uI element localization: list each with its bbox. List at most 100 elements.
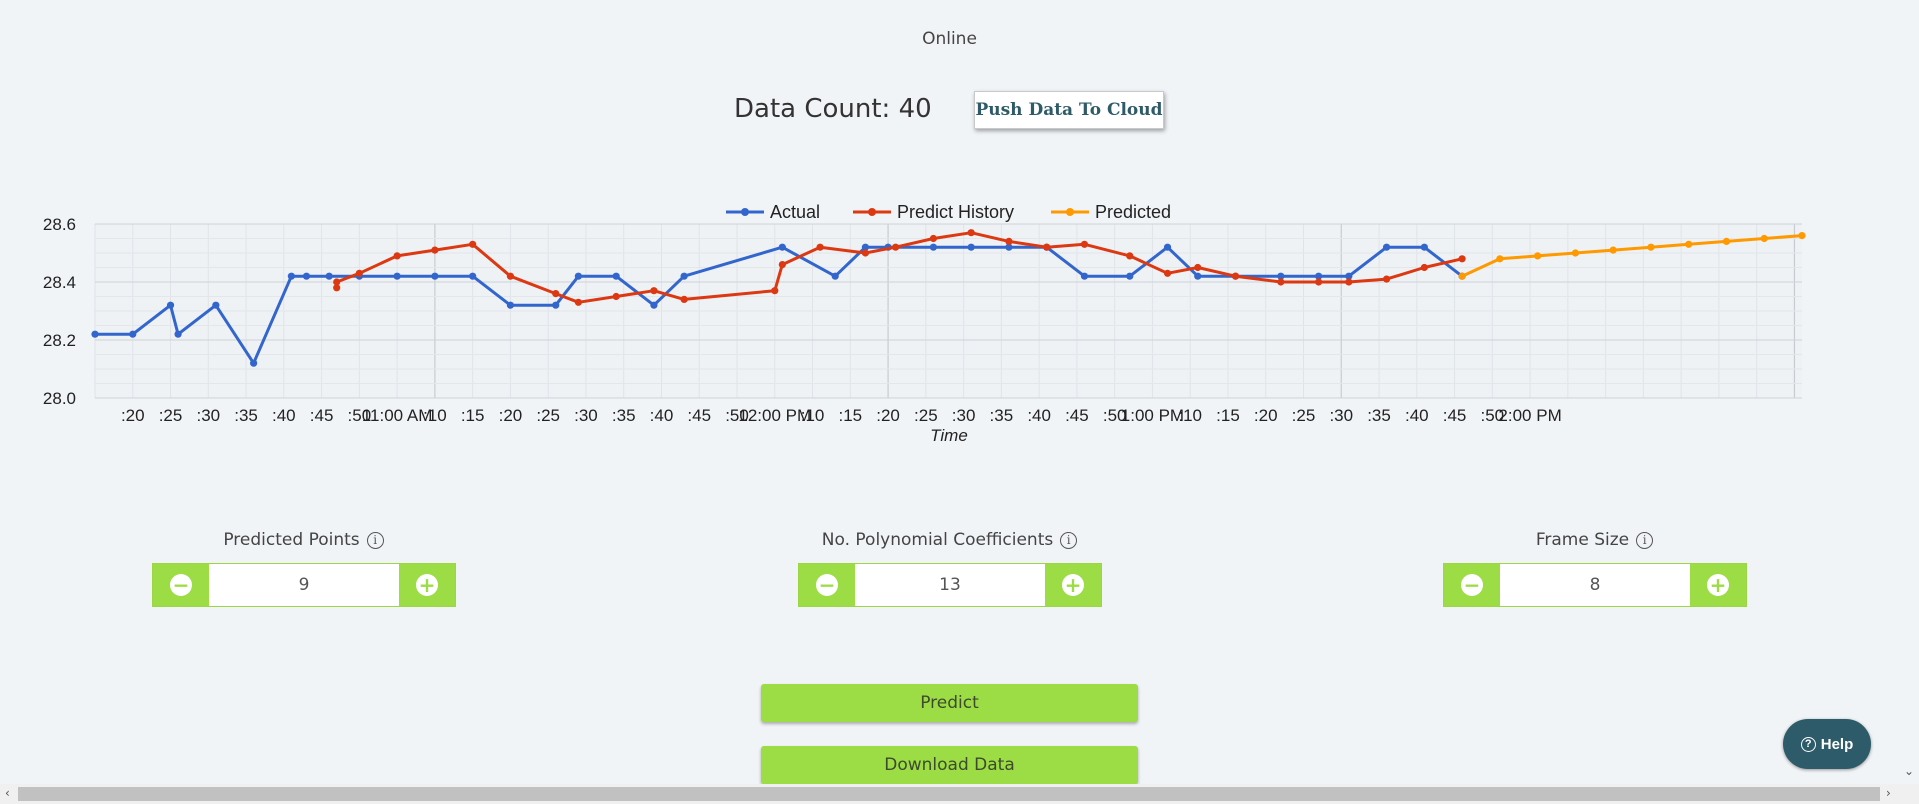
data-point bbox=[1798, 232, 1806, 240]
x-tick-label: :40 bbox=[650, 406, 674, 425]
data-point bbox=[967, 229, 975, 237]
data-point bbox=[1163, 269, 1172, 277]
data-point bbox=[612, 272, 620, 280]
vertical-scrollbar[interactable]: ⌄ bbox=[1899, 0, 1919, 784]
scroll-right-arrow-icon[interactable]: › bbox=[1886, 786, 1891, 800]
x-axis-label: Time bbox=[930, 426, 968, 445]
x-tick-label: :20 bbox=[876, 406, 900, 425]
x-tick-label: :15 bbox=[838, 406, 862, 425]
decrement-button[interactable]: − bbox=[1444, 564, 1500, 606]
legend-label: Predicted bbox=[1095, 202, 1171, 222]
data-point bbox=[91, 330, 99, 338]
legend-marker bbox=[1066, 208, 1074, 216]
x-tick-label: :15 bbox=[461, 406, 485, 425]
predicted-points-label: Predicted Points bbox=[223, 530, 360, 550]
increment-button[interactable]: + bbox=[1690, 564, 1746, 606]
data-count: Data Count: 40 bbox=[734, 94, 932, 124]
data-point bbox=[333, 278, 341, 286]
push-data-to-cloud-button[interactable]: Push Data To Cloud bbox=[974, 91, 1164, 129]
x-tick-label: :25 bbox=[1292, 406, 1316, 425]
data-point bbox=[612, 292, 620, 301]
decrement-button[interactable]: − bbox=[153, 564, 209, 606]
horizontal-scroll-thumb[interactable] bbox=[18, 787, 1880, 801]
help-button[interactable]: ? Help bbox=[1783, 719, 1871, 769]
data-point bbox=[1005, 237, 1013, 245]
data-point bbox=[552, 290, 560, 298]
data-point bbox=[355, 269, 363, 277]
data-point bbox=[574, 298, 582, 306]
predicted-points-control: Predicted Points i − 9 + bbox=[152, 530, 456, 607]
data-point bbox=[129, 330, 137, 338]
data-point bbox=[1760, 234, 1768, 243]
frame-size-input[interactable]: 8 bbox=[1500, 564, 1690, 606]
legend-item[interactable]: Predicted bbox=[1051, 202, 1171, 222]
data-point bbox=[816, 243, 824, 251]
data-point bbox=[287, 272, 295, 280]
x-tick-label: :30 bbox=[574, 406, 598, 425]
data-point bbox=[212, 301, 220, 309]
data-point bbox=[1496, 255, 1504, 263]
x-tick-label: :45 bbox=[1065, 406, 1089, 425]
data-point bbox=[1420, 263, 1428, 272]
data-point bbox=[506, 272, 515, 280]
data-point bbox=[680, 295, 688, 303]
increment-button[interactable]: + bbox=[399, 564, 455, 606]
frame-size-label: Frame Size bbox=[1535, 530, 1630, 550]
data-point bbox=[431, 272, 439, 280]
minus-circle-icon: − bbox=[170, 574, 192, 596]
data-point bbox=[1194, 263, 1202, 272]
data-point bbox=[1458, 272, 1466, 280]
horizontal-scrollbar[interactable]: ‹ › bbox=[0, 784, 1919, 804]
data-point bbox=[778, 243, 786, 251]
data-point bbox=[1609, 246, 1617, 254]
x-tick-label: :35 bbox=[990, 406, 1014, 425]
data-point bbox=[393, 272, 401, 280]
scroll-left-arrow-icon[interactable]: ‹ bbox=[5, 786, 10, 800]
data-point bbox=[1043, 243, 1051, 251]
info-icon[interactable]: i bbox=[366, 531, 384, 549]
predicted-points-input[interactable]: 9 bbox=[209, 564, 399, 606]
x-tick-label: :25 bbox=[159, 406, 183, 425]
plus-circle-icon: + bbox=[1062, 574, 1084, 596]
x-axis: :20:25:30:35:40:45:5011:00 AM:10:15:20:2… bbox=[121, 406, 1562, 425]
data-point bbox=[1722, 237, 1731, 245]
data-point bbox=[650, 287, 658, 295]
data-point bbox=[1126, 252, 1134, 260]
info-icon[interactable]: i bbox=[1060, 531, 1078, 549]
minus-circle-icon: − bbox=[1461, 574, 1483, 596]
y-tick-label: 28.0 bbox=[43, 389, 76, 408]
legend-item[interactable]: Actual bbox=[726, 202, 820, 222]
legend-item[interactable]: Predict History bbox=[853, 202, 1014, 222]
scroll-down-arrow-icon[interactable]: ⌄ bbox=[1904, 764, 1914, 778]
y-tick-label: 28.4 bbox=[43, 273, 76, 292]
frame-size-stepper: − 8 + bbox=[1443, 563, 1747, 607]
x-tick-label: :15 bbox=[1216, 406, 1240, 425]
x-tick-label: :30 bbox=[1329, 406, 1353, 425]
x-tick-label: :30 bbox=[952, 406, 976, 425]
predict-button[interactable]: Predict bbox=[761, 684, 1138, 722]
data-point bbox=[1647, 243, 1655, 251]
data-point bbox=[929, 243, 937, 251]
decrement-button[interactable]: − bbox=[799, 564, 855, 606]
data-point bbox=[1126, 272, 1134, 280]
data-point bbox=[650, 301, 658, 309]
x-tick-label: :10 bbox=[423, 406, 447, 425]
polynomial-coefficients-label: No. Polynomial Coefficients bbox=[821, 530, 1054, 550]
data-point bbox=[861, 249, 870, 257]
download-data-button[interactable]: Download Data bbox=[761, 746, 1138, 784]
x-tick-label: :45 bbox=[310, 406, 334, 425]
connection-status: Online bbox=[922, 29, 977, 49]
x-tick-label: :40 bbox=[1027, 406, 1051, 425]
info-icon[interactable]: i bbox=[1636, 531, 1654, 549]
y-tick-label: 28.2 bbox=[43, 331, 76, 350]
polynomial-coefficients-input[interactable]: 13 bbox=[855, 564, 1045, 606]
polynomial-coefficients-control: No. Polynomial Coefficients i − 13 + bbox=[798, 530, 1102, 607]
chart-legend[interactable]: Actual Predict History Predicted bbox=[726, 202, 1171, 222]
data-point bbox=[1194, 272, 1202, 280]
x-tick-label: :25 bbox=[536, 406, 560, 425]
x-tick-label: :10 bbox=[801, 406, 825, 425]
x-tick-label: :35 bbox=[612, 406, 636, 425]
increment-button[interactable]: + bbox=[1045, 564, 1101, 606]
data-point bbox=[431, 246, 439, 254]
data-point bbox=[1163, 243, 1172, 251]
